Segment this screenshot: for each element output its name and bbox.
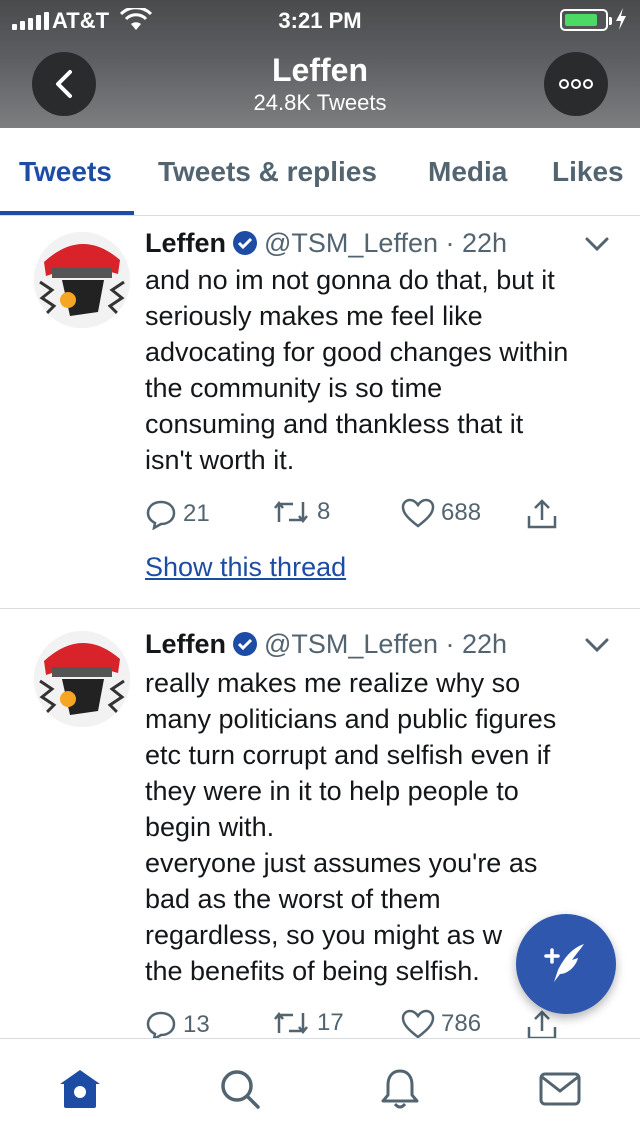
chevron-down-icon[interactable] <box>584 637 610 653</box>
nav-search[interactable] <box>218 1067 262 1111</box>
author-name[interactable]: Leffen <box>145 629 226 659</box>
reply-button[interactable]: 21 <box>145 498 210 530</box>
nav-messages[interactable] <box>538 1067 582 1111</box>
share-icon <box>527 1010 557 1038</box>
like-count: 786 <box>441 1010 482 1037</box>
reply-icon <box>146 1011 176 1038</box>
avatar[interactable] <box>34 631 130 727</box>
tab-tweets-and-replies[interactable]: Tweets & replies <box>158 156 377 188</box>
active-tab-indicator <box>0 211 134 215</box>
compose-tweet-button[interactable] <box>516 914 616 1014</box>
profile-header: AT&T 3:21 PM Leffen 24.8K Tweets <box>0 0 640 128</box>
retweet-icon <box>274 1011 308 1035</box>
reply-count: 13 <box>183 1011 210 1038</box>
tweet-actions: 21 8 688 <box>145 498 575 534</box>
share-button[interactable] <box>525 1009 559 1038</box>
tweet-header: Leffen @TSM_Leffen · 22h <box>145 228 507 259</box>
notifications-icon <box>381 1069 419 1109</box>
tweet[interactable]: Leffen @TSM_Leffen · 22h and no im not go… <box>0 216 640 608</box>
retweet-count: 17 <box>317 1009 344 1036</box>
reply-count: 21 <box>183 500 210 527</box>
tweet-count: 24.8K Tweets <box>253 90 387 115</box>
tab-tweets[interactable]: Tweets <box>19 156 112 188</box>
tweet-header: Leffen @TSM_Leffen · 22h <box>145 629 507 660</box>
show-thread-link[interactable]: Show this thread <box>145 552 346 583</box>
charging-icon <box>616 8 626 30</box>
search-icon <box>221 1070 260 1109</box>
profile-tabs: Tweets Tweets & replies Media Likes <box>0 128 640 216</box>
nav-notifications[interactable] <box>378 1067 422 1111</box>
tweet-time: · 22h <box>445 629 508 659</box>
retweet-button[interactable]: 8 <box>271 498 330 526</box>
author-handle[interactable]: @TSM_Leffen <box>264 228 438 258</box>
retweet-count: 8 <box>317 498 331 525</box>
tab-likes[interactable]: Likes <box>552 156 624 188</box>
more-options-button[interactable] <box>544 52 608 116</box>
home-icon <box>60 1070 100 1108</box>
battery-icon <box>560 9 612 31</box>
like-button[interactable]: 786 <box>401 1009 481 1038</box>
like-button[interactable]: 688 <box>401 498 481 528</box>
share-icon <box>527 499 557 529</box>
tab-media[interactable]: Media <box>428 156 507 188</box>
like-icon <box>401 498 435 528</box>
tweet-actions: 13 17 786 <box>145 1009 575 1038</box>
avatar-image <box>34 232 130 328</box>
bottom-navigation <box>0 1038 640 1136</box>
messages-icon <box>539 1072 581 1106</box>
like-count: 688 <box>441 499 482 526</box>
nav-home[interactable] <box>58 1067 102 1111</box>
verified-badge-icon <box>233 231 257 255</box>
author-name[interactable]: Leffen <box>145 228 226 258</box>
retweet-button[interactable]: 17 <box>271 1009 344 1037</box>
status-time: 3:21 PM <box>278 8 362 33</box>
author-handle[interactable]: @TSM_Leffen <box>264 629 438 659</box>
tweet-text: and no im not gonna do that, but it seri… <box>145 265 569 475</box>
tweet-time: · 22h <box>445 228 508 258</box>
retweet-icon <box>274 500 308 524</box>
verified-badge-icon <box>233 632 257 656</box>
avatar[interactable] <box>34 232 130 328</box>
status-bar: AT&T 3:21 PM <box>0 0 640 40</box>
avatar-image <box>34 631 130 727</box>
reply-button[interactable]: 13 <box>145 1009 210 1038</box>
share-button[interactable] <box>525 498 559 530</box>
like-icon <box>401 1009 435 1038</box>
chevron-down-icon[interactable] <box>584 236 610 252</box>
more-options-icon <box>559 79 593 89</box>
reply-icon <box>146 500 176 530</box>
compose-tweet-icon <box>544 944 584 982</box>
